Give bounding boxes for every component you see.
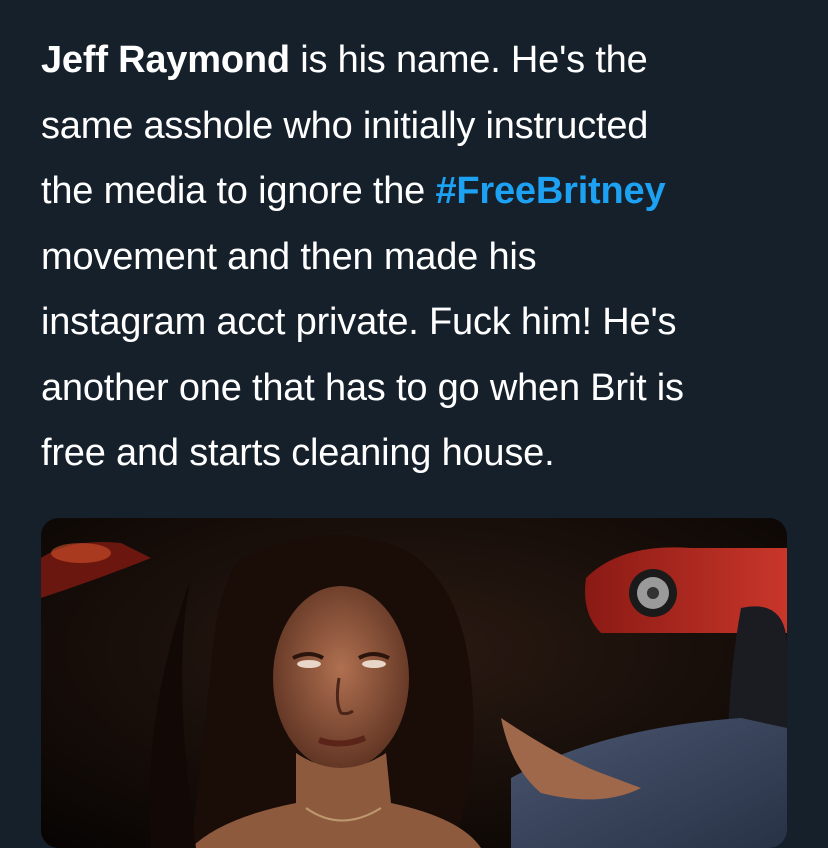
tweet-text-segment: free and starts cleaning house. xyxy=(41,432,555,474)
tweet-text-segment: instagram acct private. Fuck him! He's xyxy=(41,301,677,343)
tweet-text-segment: another one that has to go when Brit is xyxy=(41,366,684,409)
gif-frame-image xyxy=(41,518,787,848)
tweet-line: same asshole who initially instructed xyxy=(41,94,801,160)
tweet-line: another one that has to go when Brit is xyxy=(41,356,801,422)
tweet-text: Jeff Raymond is his name. He's the same … xyxy=(41,28,801,487)
tweet: Jeff Raymond is his name. He's the same … xyxy=(0,0,828,848)
hashtag-link[interactable]: #FreeBritney xyxy=(435,170,665,212)
tweet-text-segment: is his name. He's the xyxy=(289,39,648,81)
tweet-line: Jeff Raymond is his name. He's the xyxy=(41,28,801,94)
tweet-line: instagram acct private. Fuck him! He's xyxy=(41,290,801,356)
tweet-text-segment: same asshole who initially instructed xyxy=(41,104,649,147)
mention-name: Jeff Raymond xyxy=(41,39,290,81)
tweet-media-gif[interactable] xyxy=(41,518,787,848)
tweet-text-segment: the media to ignore the xyxy=(41,170,436,212)
tweet-text-segment: movement and then made his xyxy=(41,235,537,278)
tweet-line: the media to ignore the #FreeBritney xyxy=(41,159,801,225)
tweet-line: movement and then made his xyxy=(41,225,801,291)
tweet-line: free and starts cleaning house. xyxy=(41,421,801,487)
